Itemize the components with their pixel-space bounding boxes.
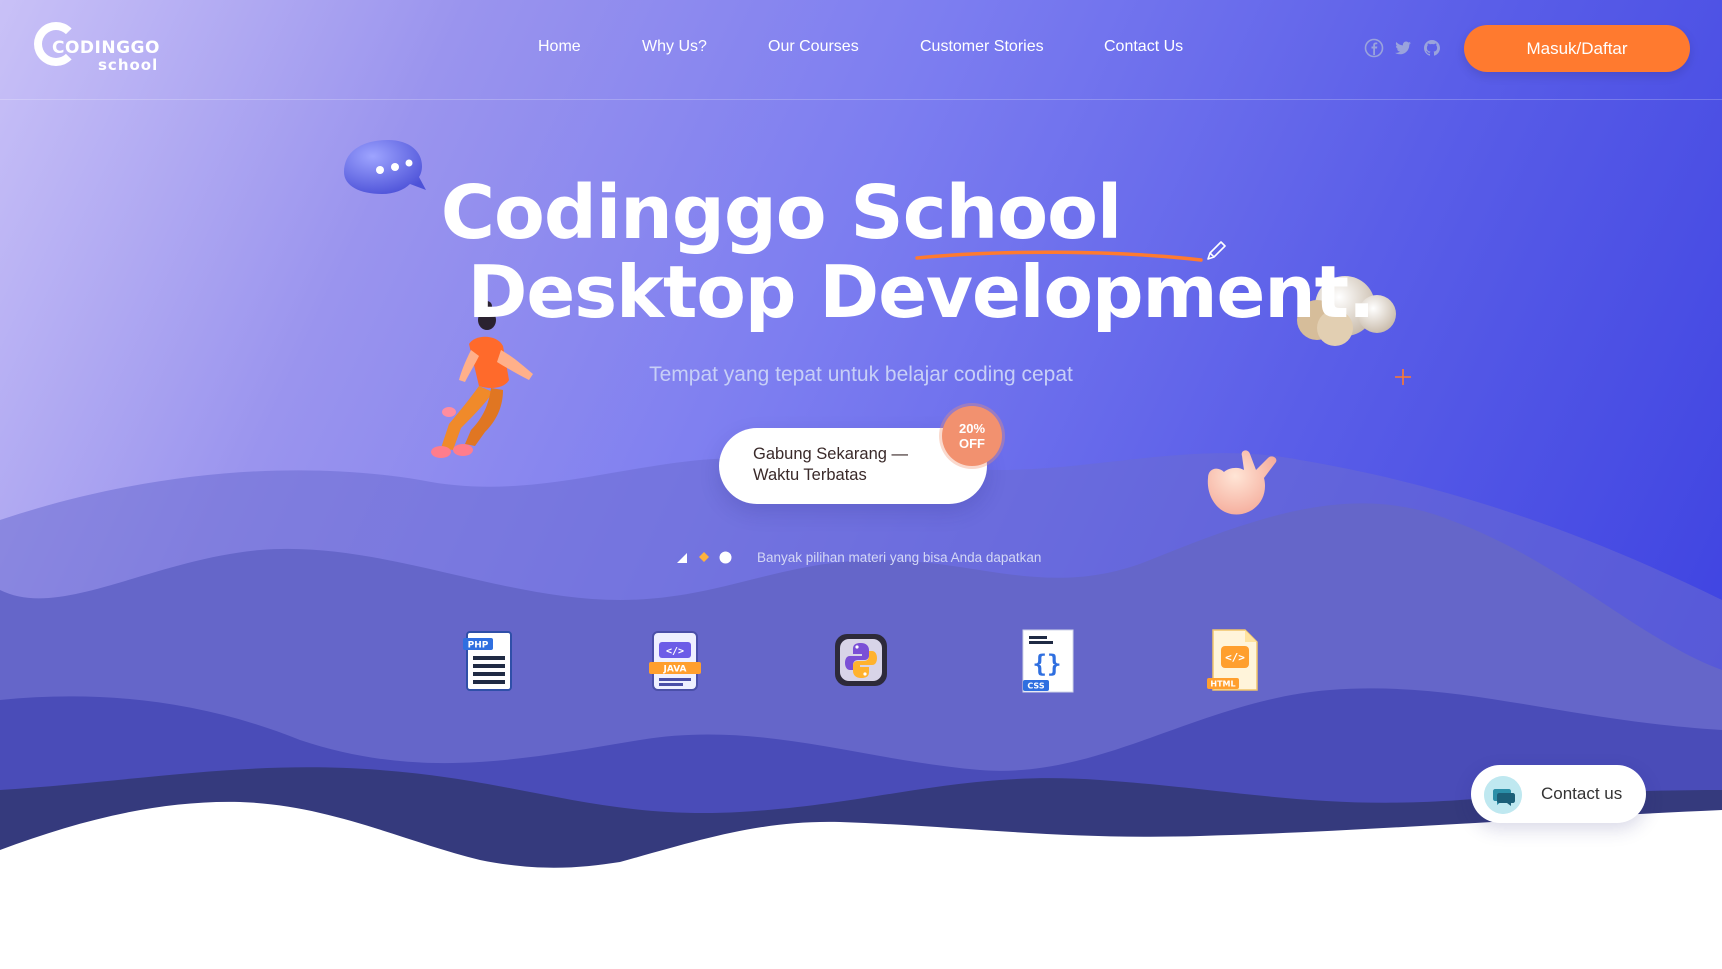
slider-dot-3-active[interactable]	[719, 551, 732, 564]
nav-customer-stories[interactable]: Customer Stories	[920, 38, 1044, 56]
java-file-icon[interactable]: </> JAVA	[647, 628, 703, 694]
svg-text:</>: </>	[666, 646, 684, 657]
svg-text:</>: </>	[1225, 651, 1245, 664]
badge-off: OFF	[959, 436, 985, 451]
java-label: JAVA	[662, 665, 686, 675]
github-icon[interactable]	[1422, 38, 1442, 58]
css-label: CSS	[1027, 682, 1044, 691]
php-file-icon[interactable]: PHP	[461, 628, 517, 694]
hand-gesture-illustration	[1207, 450, 1277, 515]
nav-why-us[interactable]: Why Us?	[642, 38, 707, 56]
slider-dot-2[interactable]	[698, 551, 710, 563]
cta-label-line2: Waktu Terbatas	[753, 466, 867, 484]
slider-dot-1[interactable]	[676, 552, 688, 564]
html-file-icon[interactable]: </> HTML	[1205, 628, 1261, 694]
navbar: CODINGGO school Home Why Us? Our Courses…	[0, 0, 1722, 100]
contact-us-label: Contact us	[1541, 784, 1623, 803]
hero-subtitle: Tempat yang tepat untuk belajar coding c…	[649, 363, 1073, 386]
logo-text-codinggo: CODINGGO	[52, 38, 160, 58]
chat-icon	[1484, 776, 1522, 814]
nav-our-courses[interactable]: Our Courses	[768, 38, 859, 56]
python-icon[interactable]	[833, 628, 889, 694]
html-label: HTML	[1210, 680, 1235, 689]
logo-text-school: school	[98, 56, 159, 74]
nav-home[interactable]: Home	[538, 38, 581, 56]
slider-caption: Banyak pilihan materi yang bisa Anda dap…	[757, 550, 1042, 565]
contact-us-floating-button[interactable]: Contact us	[1471, 765, 1646, 823]
facebook-icon[interactable]	[1364, 38, 1384, 58]
twitter-icon[interactable]	[1393, 38, 1413, 58]
hero-section: CODINGGO school Home Why Us? Our Courses…	[0, 0, 1722, 878]
title-underline-decoration	[915, 250, 1203, 262]
hero-title-line1: Codinggo School	[440, 170, 1123, 256]
hero-title-line2: Desktop Development.	[467, 250, 1376, 334]
badge-percent: 20%	[958, 421, 986, 436]
nav-contact-us[interactable]: Contact Us	[1104, 38, 1183, 56]
css-file-icon[interactable]: {} CSS	[1019, 628, 1075, 694]
login-register-button[interactable]: Masuk/Daftar	[1464, 25, 1690, 72]
svg-text:{}: {}	[1033, 650, 1062, 678]
logo[interactable]: CODINGGO school	[34, 20, 164, 80]
pencil-icon	[1207, 241, 1226, 260]
php-label: PHP	[468, 641, 489, 651]
discount-badge: 20% OFF	[942, 406, 1002, 466]
